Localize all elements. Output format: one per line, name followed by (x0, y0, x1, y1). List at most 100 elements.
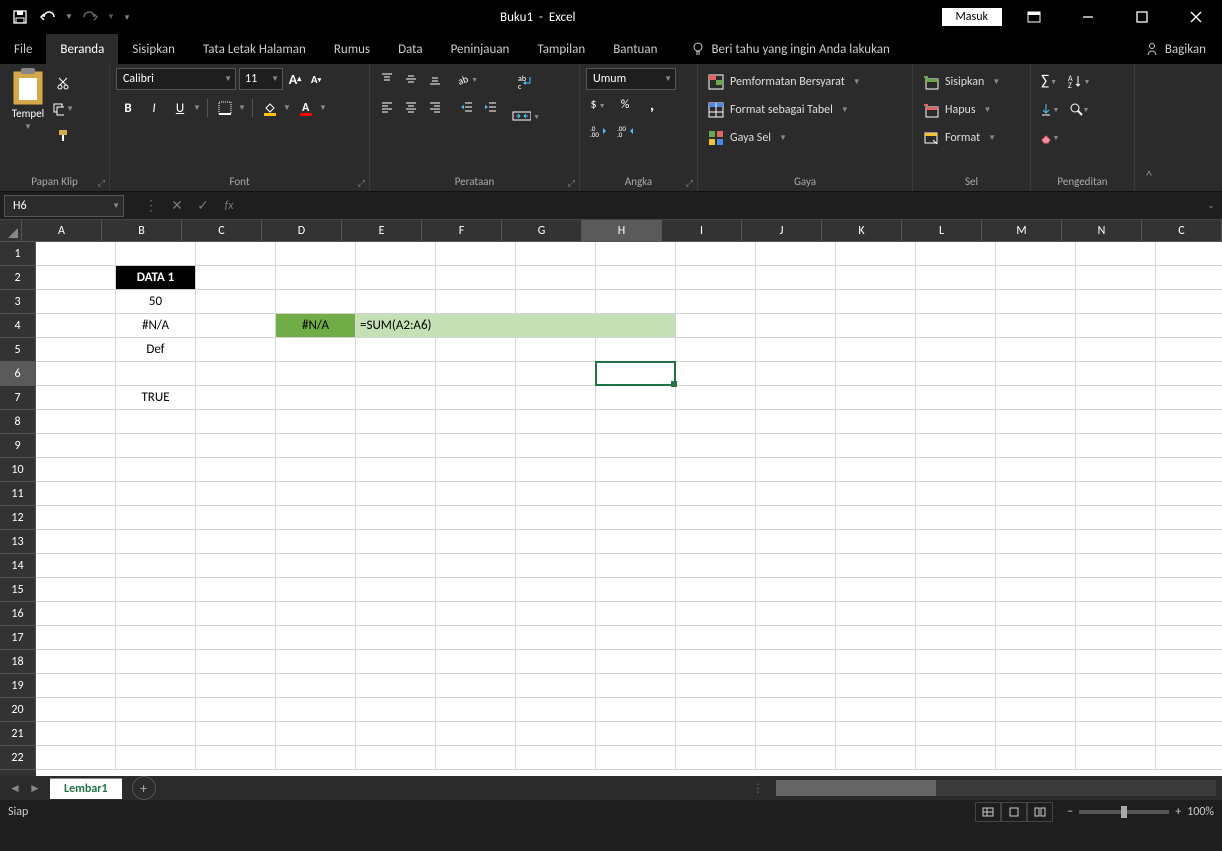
bold-button[interactable]: B (116, 96, 140, 120)
cell[interactable] (276, 362, 356, 386)
close-icon[interactable] (1174, 0, 1218, 34)
cell[interactable] (916, 674, 996, 698)
cell[interactable] (676, 698, 756, 722)
cell[interactable] (1156, 722, 1222, 746)
cell[interactable] (196, 698, 276, 722)
align-center-icon[interactable] (400, 96, 422, 118)
cell[interactable] (116, 746, 196, 770)
row-header-15[interactable]: 15 (0, 578, 36, 602)
cell[interactable] (676, 242, 756, 266)
row-header-14[interactable]: 14 (0, 554, 36, 578)
cell[interactable] (36, 698, 116, 722)
cell[interactable] (196, 338, 276, 362)
ribbon-display-icon[interactable] (1012, 0, 1056, 34)
cell[interactable] (36, 746, 116, 770)
cell[interactable] (676, 506, 756, 530)
zoom-slider[interactable] (1079, 810, 1169, 814)
cell[interactable] (356, 674, 436, 698)
cell[interactable] (836, 626, 916, 650)
cell[interactable] (356, 554, 436, 578)
cell[interactable] (1076, 746, 1156, 770)
cell[interactable] (196, 674, 276, 698)
tab-insert[interactable]: Sisipkan (118, 34, 189, 64)
cell[interactable] (916, 746, 996, 770)
cell[interactable] (996, 626, 1076, 650)
cell-B3[interactable]: 50 (116, 290, 196, 314)
cell[interactable] (276, 530, 356, 554)
cell[interactable] (1076, 314, 1156, 338)
tab-help[interactable]: Bantuan (599, 34, 671, 64)
cell[interactable] (276, 650, 356, 674)
cell[interactable] (596, 506, 676, 530)
cell[interactable] (436, 626, 516, 650)
alignment-dialog-icon[interactable]: ⤢ (568, 178, 575, 189)
align-left-icon[interactable] (376, 96, 398, 118)
row-header-2[interactable]: 2 (0, 266, 36, 290)
cell[interactable] (836, 386, 916, 410)
cell[interactable] (436, 554, 516, 578)
format-cells-button[interactable]: Format▼ (919, 126, 1004, 150)
cell[interactable] (1076, 362, 1156, 386)
align-bottom-icon[interactable] (424, 68, 446, 90)
cell[interactable] (276, 554, 356, 578)
cell[interactable] (756, 266, 836, 290)
cell[interactable] (1076, 530, 1156, 554)
cell[interactable] (836, 722, 916, 746)
cell-B4[interactable]: #N/A (116, 314, 196, 338)
fill-icon[interactable]: ▼ (1037, 98, 1061, 120)
cell[interactable] (1156, 314, 1222, 338)
cell[interactable] (756, 338, 836, 362)
tab-data[interactable]: Data (384, 34, 437, 64)
cell[interactable] (916, 554, 996, 578)
cell[interactable] (516, 554, 596, 578)
cell[interactable] (436, 242, 516, 266)
sheet-split-icon[interactable]: ⋮ (752, 781, 764, 796)
column-header-C[interactable]: C (1142, 220, 1222, 242)
cell[interactable] (836, 434, 916, 458)
format-as-table-button[interactable]: Format sebagai Tabel▼ (704, 98, 865, 122)
cell[interactable] (596, 434, 676, 458)
cell[interactable] (756, 386, 836, 410)
underline-button[interactable]: U (168, 96, 192, 120)
cell[interactable] (516, 650, 596, 674)
cell[interactable] (916, 338, 996, 362)
row-header-18[interactable]: 18 (0, 650, 36, 674)
cell[interactable] (116, 578, 196, 602)
cell[interactable] (836, 266, 916, 290)
cell[interactable] (436, 410, 516, 434)
cell[interactable] (436, 434, 516, 458)
cell[interactable] (196, 650, 276, 674)
cell[interactable] (756, 578, 836, 602)
cell[interactable] (1156, 482, 1222, 506)
cell[interactable] (1156, 746, 1222, 770)
cell[interactable] (1076, 290, 1156, 314)
cell[interactable] (596, 458, 676, 482)
cell[interactable] (116, 602, 196, 626)
cell[interactable] (1156, 650, 1222, 674)
cell[interactable] (196, 482, 276, 506)
number-dialog-icon[interactable]: ⤢ (686, 178, 693, 189)
column-header-B[interactable]: B (102, 220, 182, 242)
cell[interactable] (676, 650, 756, 674)
underline-dropdown-icon[interactable]: ▼ (192, 103, 202, 113)
cell[interactable] (756, 554, 836, 578)
cells-area[interactable]: DATA 150#N/ADefTRUE#N/A=SUM(A2:A6) (36, 242, 1222, 776)
cell[interactable] (916, 626, 996, 650)
cell[interactable] (676, 410, 756, 434)
cell[interactable] (996, 674, 1076, 698)
cell[interactable] (916, 362, 996, 386)
cell-B2[interactable]: DATA 1 (116, 266, 196, 290)
cell[interactable] (196, 602, 276, 626)
percent-format-icon[interactable]: % (613, 94, 637, 116)
cell[interactable] (36, 506, 116, 530)
paste-button[interactable]: Tempel ▼ (6, 68, 50, 146)
increase-indent-icon[interactable] (480, 96, 502, 118)
cell[interactable] (996, 554, 1076, 578)
cell[interactable] (1076, 458, 1156, 482)
zoom-in-icon[interactable]: + (1175, 805, 1181, 819)
cell[interactable] (276, 410, 356, 434)
cell[interactable] (36, 338, 116, 362)
cell[interactable] (516, 482, 596, 506)
find-select-icon[interactable]: ▼ (1067, 98, 1091, 120)
cell[interactable] (116, 722, 196, 746)
